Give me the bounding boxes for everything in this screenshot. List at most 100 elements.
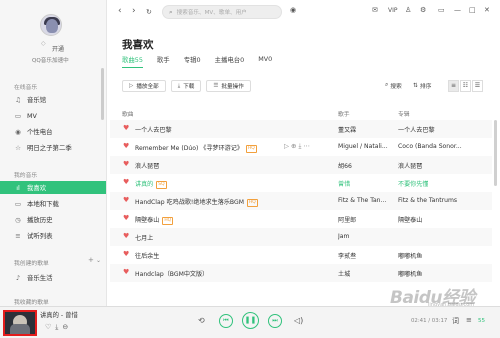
- tab-songs[interactable]: 歌曲55: [122, 55, 143, 68]
- song-title-text: HandClap 吃鸡战歌!绝地求生落乐BGM: [135, 199, 244, 206]
- search-songs-button[interactable]: ⌕ 搜索: [385, 81, 402, 90]
- list-view-button[interactable]: ≡: [448, 80, 459, 92]
- sidebar-item-star-show[interactable]: ☆ 明日之子第二季: [0, 141, 106, 154]
- minimize-icon[interactable]: —: [454, 6, 461, 14]
- compact-view-button[interactable]: ☷: [460, 80, 471, 92]
- tab-artists[interactable]: 歌手: [157, 55, 170, 64]
- settings-icon[interactable]: ⚙: [420, 6, 426, 14]
- play-icon[interactable]: ▷: [284, 142, 291, 150]
- table-row[interactable]: ♥ 隔壁泰山 HQ 阿里郎 隔壁泰山: [110, 210, 492, 228]
- grid-view-button[interactable]: ☰: [472, 80, 483, 92]
- next-button[interactable]: ⏭: [268, 314, 282, 328]
- song-title: 讲真的 SQ: [135, 179, 167, 189]
- lyrics-icon[interactable]: 词: [452, 316, 459, 326]
- download-button[interactable]: ⤓ 下载: [170, 80, 202, 92]
- row-actions[interactable]: ▷⊕⤓⋯: [284, 142, 312, 151]
- tab-albums[interactable]: 专辑0: [184, 55, 201, 64]
- volume-icon[interactable]: ◁): [294, 316, 303, 325]
- maximize-icon[interactable]: □: [469, 6, 476, 14]
- forward-icon[interactable]: ›: [132, 6, 136, 16]
- song-album[interactable]: 浪人琵琶: [398, 161, 422, 170]
- search-input[interactable]: ⌕ 搜索音乐、MV、歌单、用户: [162, 5, 282, 19]
- vip-button[interactable]: VIP: [388, 7, 398, 14]
- song-artist[interactable]: Jam: [338, 233, 349, 240]
- table-row[interactable]: ♥ 往后余生 李贰叁 嘟嘟机鱼: [110, 246, 492, 264]
- tab-radio[interactable]: 主播电台0: [215, 55, 245, 64]
- add-playlist-icon[interactable]: +: [88, 256, 94, 264]
- sidebar-item-radio[interactable]: ◉ 个性电台: [0, 125, 106, 138]
- heart-icon[interactable]: ♡: [45, 323, 55, 331]
- listen-recognize-icon[interactable]: ◉: [290, 6, 296, 14]
- collapse-icon[interactable]: ⌄: [96, 257, 101, 264]
- close-icon[interactable]: ✕: [484, 6, 490, 14]
- table-row[interactable]: ♥ HandClap 吃鸡战歌!绝地求生落乐BGM HQ Fitz & The Tan…: [110, 192, 492, 210]
- prev-button[interactable]: ⏮: [219, 314, 233, 328]
- heart-icon[interactable]: ♥: [123, 196, 129, 204]
- heart-icon[interactable]: ♥: [123, 160, 129, 168]
- column-header-artist[interactable]: 歌手: [338, 109, 350, 118]
- skin-icon[interactable]: ♙: [405, 6, 411, 14]
- sidebar-item-history[interactable]: ◷ 播放历史: [0, 213, 106, 226]
- sidebar-item-label: 音乐生活: [27, 274, 53, 282]
- song-artist[interactable]: Fitz & The Tan...: [338, 197, 386, 204]
- heart-icon[interactable]: ♥: [123, 124, 129, 132]
- table-row[interactable]: ♥ 一个人去巴黎 董又霖 一个人去巴黎: [110, 120, 492, 138]
- heart-icon[interactable]: ♥: [123, 250, 129, 258]
- search-icon: ⌕: [385, 82, 389, 88]
- open-vip-link[interactable]: 开通: [52, 44, 64, 53]
- more-icon[interactable]: ⋯: [303, 142, 312, 150]
- song-artist[interactable]: 李贰叁: [338, 251, 356, 260]
- song-artist[interactable]: 曾惜: [338, 179, 350, 188]
- heart-icon[interactable]: ♥: [123, 232, 129, 240]
- mini-mode-icon[interactable]: ▭: [438, 6, 445, 14]
- playlist-icon[interactable]: ≡: [466, 316, 472, 324]
- song-album[interactable]: Fitz & the Tantrums: [398, 197, 457, 204]
- song-album[interactable]: 不要你先懂: [398, 179, 428, 188]
- pause-button[interactable]: ❚❚: [242, 312, 259, 329]
- table-row[interactable]: ♥ Handclap（BGM中文版） 土城 嘟嘟机鱼: [110, 264, 492, 282]
- tab-mv[interactable]: MV0: [258, 55, 272, 64]
- song-album[interactable]: 嘟嘟机鱼: [398, 269, 422, 278]
- refresh-icon[interactable]: ↻: [146, 8, 152, 16]
- song-album[interactable]: 隔壁泰山: [398, 215, 422, 224]
- song-album[interactable]: 一个人去巴黎: [398, 125, 435, 134]
- loop-mode-icon[interactable]: ⟲: [198, 316, 205, 325]
- content-scrollbar[interactable]: [494, 120, 497, 186]
- song-album[interactable]: Coco (Banda Sonor...: [398, 143, 462, 150]
- sidebar-item-label: 个性电台: [27, 128, 53, 136]
- play-all-button[interactable]: ▷ 播放全部: [122, 80, 166, 92]
- back-icon[interactable]: ‹: [118, 6, 122, 16]
- table-row[interactable]: ♥ Remember Me (Dúo) 《寻梦环游记》 HQ ▷⊕⤓⋯ Miguel /…: [110, 138, 492, 156]
- batch-button[interactable]: ☰ 批量操作: [206, 80, 251, 92]
- heart-icon[interactable]: ♥: [123, 142, 129, 150]
- song-artist[interactable]: Miguel / Natali...: [338, 143, 388, 150]
- heart-icon[interactable]: ♥: [123, 214, 129, 222]
- song-title: 浪人琵琶: [135, 163, 160, 170]
- avatar[interactable]: [40, 14, 62, 36]
- song-album[interactable]: 嘟嘟机鱼: [398, 251, 422, 260]
- heart-icon[interactable]: ♥: [123, 178, 129, 186]
- song-artist[interactable]: 董又霖: [338, 125, 356, 134]
- sidebar-item-music-hall[interactable]: ♫ 音乐馆: [0, 93, 106, 106]
- song-artist[interactable]: 胡66: [338, 161, 352, 170]
- mail-icon[interactable]: ✉: [372, 6, 378, 14]
- sidebar-item-mv[interactable]: ▭ MV: [0, 109, 106, 122]
- progress-bar[interactable]: [0, 306, 500, 307]
- song-artist[interactable]: 阿里郎: [338, 215, 356, 224]
- table-row[interactable]: ♥ 七月上 Jam: [110, 228, 492, 246]
- album-cover[interactable]: [3, 310, 37, 336]
- sidebar-scrollbar[interactable]: [101, 68, 104, 120]
- column-header-album[interactable]: 专辑: [398, 109, 410, 118]
- column-header-title[interactable]: 歌曲: [122, 109, 134, 118]
- sidebar-item-trial-list[interactable]: ≡ 试听列表: [0, 229, 106, 242]
- heart-icon[interactable]: ♥: [123, 268, 129, 276]
- table-row[interactable]: ♥ 浪人琵琶 胡66 浪人琵琶: [110, 156, 492, 174]
- sort-button[interactable]: ⇅ 排序: [413, 81, 431, 91]
- more-icon[interactable]: ⊖: [62, 323, 72, 331]
- song-artist[interactable]: 土城: [338, 269, 350, 278]
- sidebar-item-favorites[interactable]: ıl 我喜欢: [0, 181, 106, 194]
- sidebar-item-local-download[interactable]: ▭ 本地和下载: [0, 197, 106, 210]
- sidebar-item-music-life[interactable]: ♪ 音乐生活: [0, 271, 106, 284]
- table-row-playing[interactable]: ♥ 讲真的 SQ 曾惜 不要你先懂: [110, 174, 492, 192]
- now-playing-title[interactable]: 讲真的 - 曾惜: [40, 310, 78, 319]
